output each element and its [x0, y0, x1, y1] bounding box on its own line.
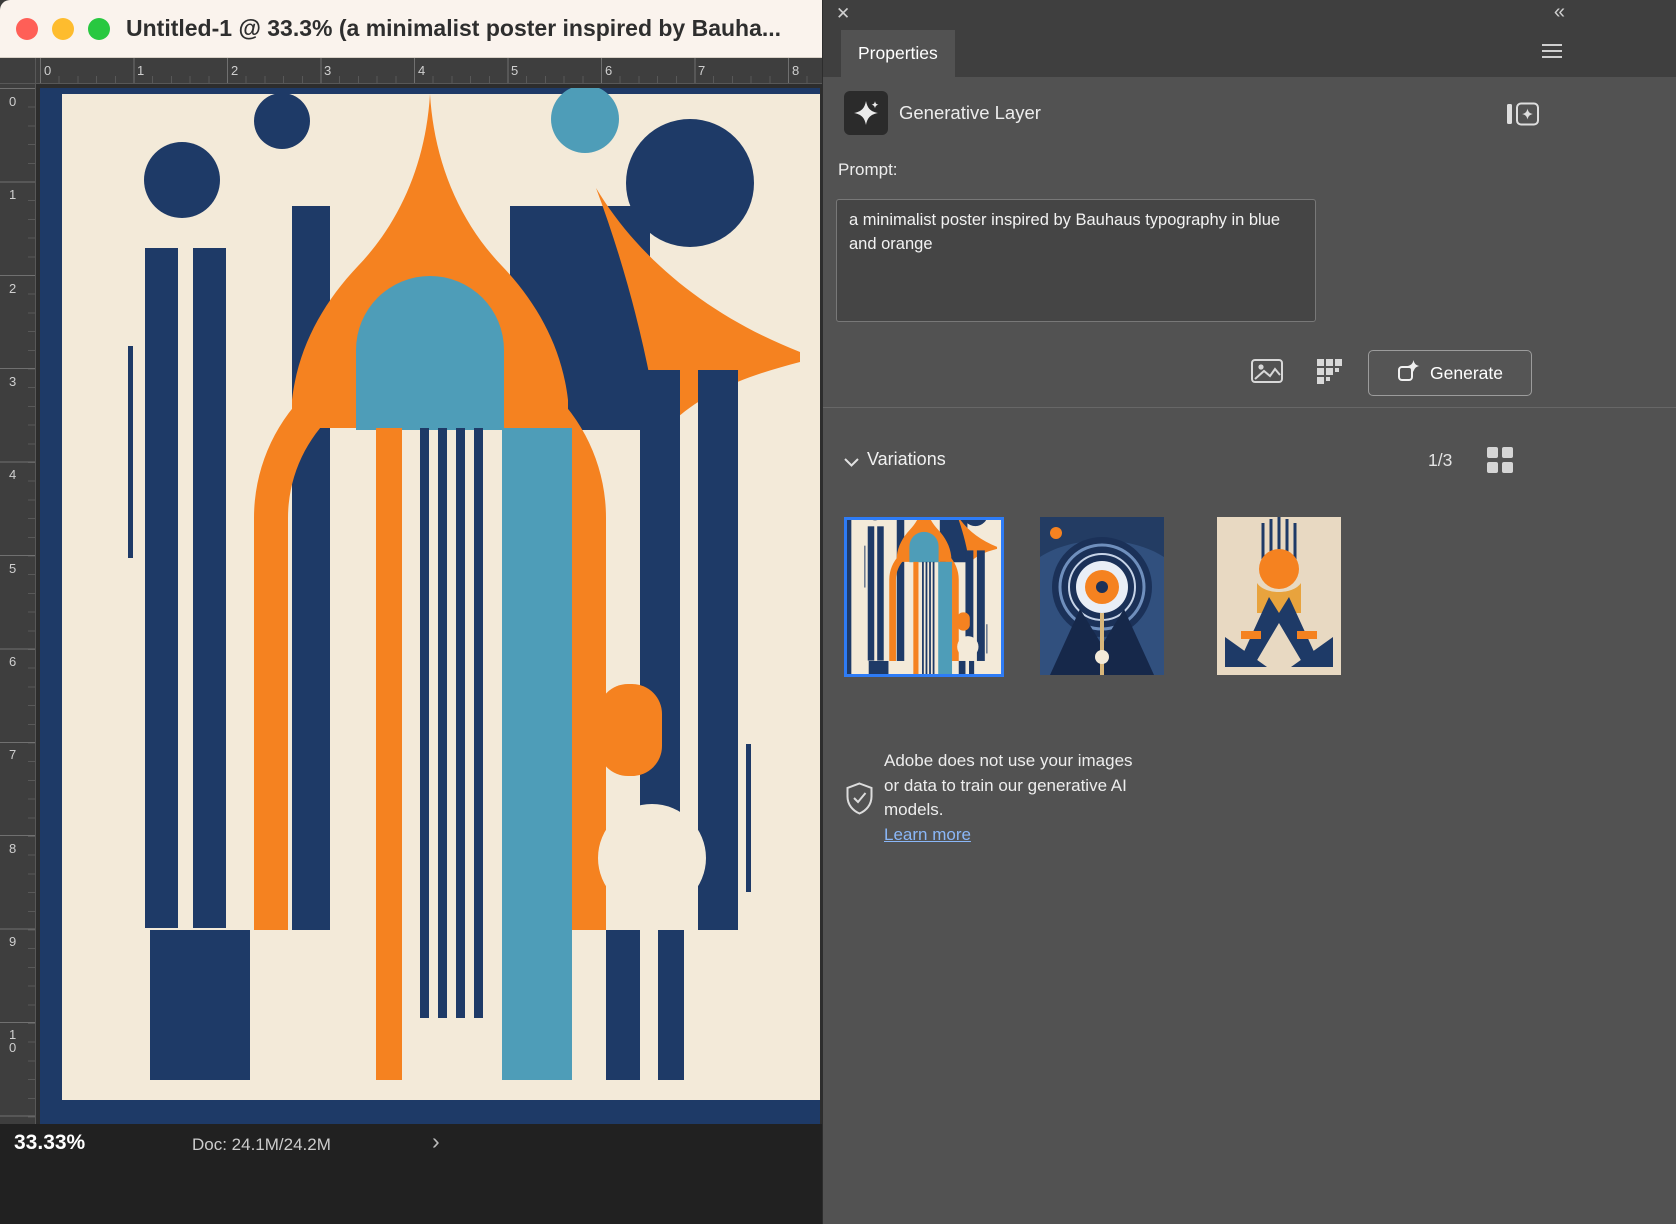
privacy-line: models.	[884, 800, 944, 819]
chevron-down-icon[interactable]	[843, 455, 860, 473]
panel-menu-icon[interactable]	[1542, 44, 1562, 63]
panel-body: Generative Layer Prompt: a minimalist po…	[823, 77, 1676, 1224]
variations-counter: 1/3	[1428, 450, 1453, 470]
ruler-number: 3	[9, 374, 17, 389]
ruler-ticks	[0, 84, 35, 1124]
properties-panel: ✕ « Properties Generative Layer Prompt: …	[822, 0, 1676, 1224]
ruler-number: 9	[9, 934, 17, 949]
fullscreen-window-button[interactable]	[88, 17, 110, 40]
section-divider	[823, 407, 1676, 408]
zoom-level[interactable]: 33.33%	[14, 1131, 85, 1155]
app-window: Untitled-1 @ 33.3% (a minimalist poster …	[0, 0, 1676, 1224]
prompt-input[interactable]: a minimalist poster inspired by Bauhaus …	[836, 199, 1316, 322]
close-panel-icon[interactable]: ✕	[836, 4, 850, 24]
privacy-notice: Adobe does not use your images or data t…	[884, 749, 1133, 847]
new-generative-layer-icon[interactable]	[1506, 101, 1540, 132]
variation-thumbnail-2[interactable]	[1040, 517, 1164, 675]
composition-pattern-icon[interactable]	[1315, 357, 1343, 385]
document-size: Doc: 24.1M/24.2M	[192, 1135, 331, 1154]
layer-type-label: Generative Layer	[899, 102, 1041, 123]
ruler-number: 6	[605, 63, 613, 78]
grid-view-icon[interactable]	[1487, 447, 1513, 478]
ruler-number: 3	[324, 63, 332, 78]
status-chevron-icon[interactable]: ›	[432, 1128, 440, 1155]
canvas[interactable]	[36, 84, 822, 1124]
learn-more-link[interactable]: Learn more	[884, 825, 971, 844]
ruler-number: 8	[792, 63, 800, 78]
ruler-number: 2	[231, 63, 239, 78]
privacy-line: or data to train our generative AI	[884, 775, 1127, 795]
collapse-panel-icon[interactable]: «	[1554, 1, 1565, 24]
generate-sparkle-icon	[1397, 359, 1420, 387]
generate-button[interactable]: Generate	[1368, 350, 1532, 396]
ruler-number: 7	[698, 63, 706, 78]
ruler-number: 7	[9, 747, 17, 762]
ruler-number: 6	[9, 654, 17, 669]
tab-properties[interactable]: Properties	[841, 30, 955, 77]
ruler-number: 1	[137, 63, 145, 78]
ruler-number: 4	[9, 467, 17, 482]
generative-layer-icon	[844, 91, 888, 135]
traffic-lights	[0, 17, 110, 40]
titlebar: Untitled-1 @ 33.3% (a minimalist poster …	[0, 0, 822, 58]
layer-row: Generative Layer	[844, 91, 1041, 135]
minimize-window-button[interactable]	[52, 17, 74, 40]
ruler-number: 0	[9, 94, 17, 109]
generate-button-label: Generate	[1430, 362, 1503, 383]
ruler-number: 10	[9, 1027, 17, 1055]
reference-image-icon[interactable]	[1251, 357, 1283, 385]
panel-tabbar: Properties	[823, 30, 1676, 77]
prompt-label: Prompt:	[838, 160, 898, 179]
status-bar: 33.33% Doc: 24.1M/24.2M ›	[0, 1124, 822, 1224]
ruler-number: 8	[9, 841, 17, 856]
horizontal-ruler: 0 1 2 3 4 5 6 7 8	[36, 58, 822, 84]
ruler-number: 4	[418, 63, 426, 78]
poster-artwork	[40, 88, 820, 1124]
ruler-number: 5	[9, 561, 17, 576]
variations-label[interactable]: Variations	[867, 449, 946, 470]
privacy-line: Adobe does not use your images	[884, 751, 1133, 770]
ruler-number: 5	[511, 63, 519, 78]
shield-check-icon	[845, 782, 874, 820]
variation-thumbnail-1[interactable]	[844, 517, 1004, 677]
window-title: Untitled-1 @ 33.3% (a minimalist poster …	[126, 15, 782, 41]
variation-thumbnail-3[interactable]	[1217, 517, 1341, 675]
vertical-ruler: 0 1 2 3 4 5 6 7 8 9 10	[0, 84, 36, 1124]
ruler-number: 1	[9, 187, 17, 202]
close-window-button[interactable]	[16, 17, 38, 40]
ruler-number: 2	[9, 281, 17, 296]
ruler-corner	[0, 58, 36, 84]
panel-header: ✕ «	[823, 0, 1676, 30]
ruler-number: 0	[44, 63, 52, 78]
